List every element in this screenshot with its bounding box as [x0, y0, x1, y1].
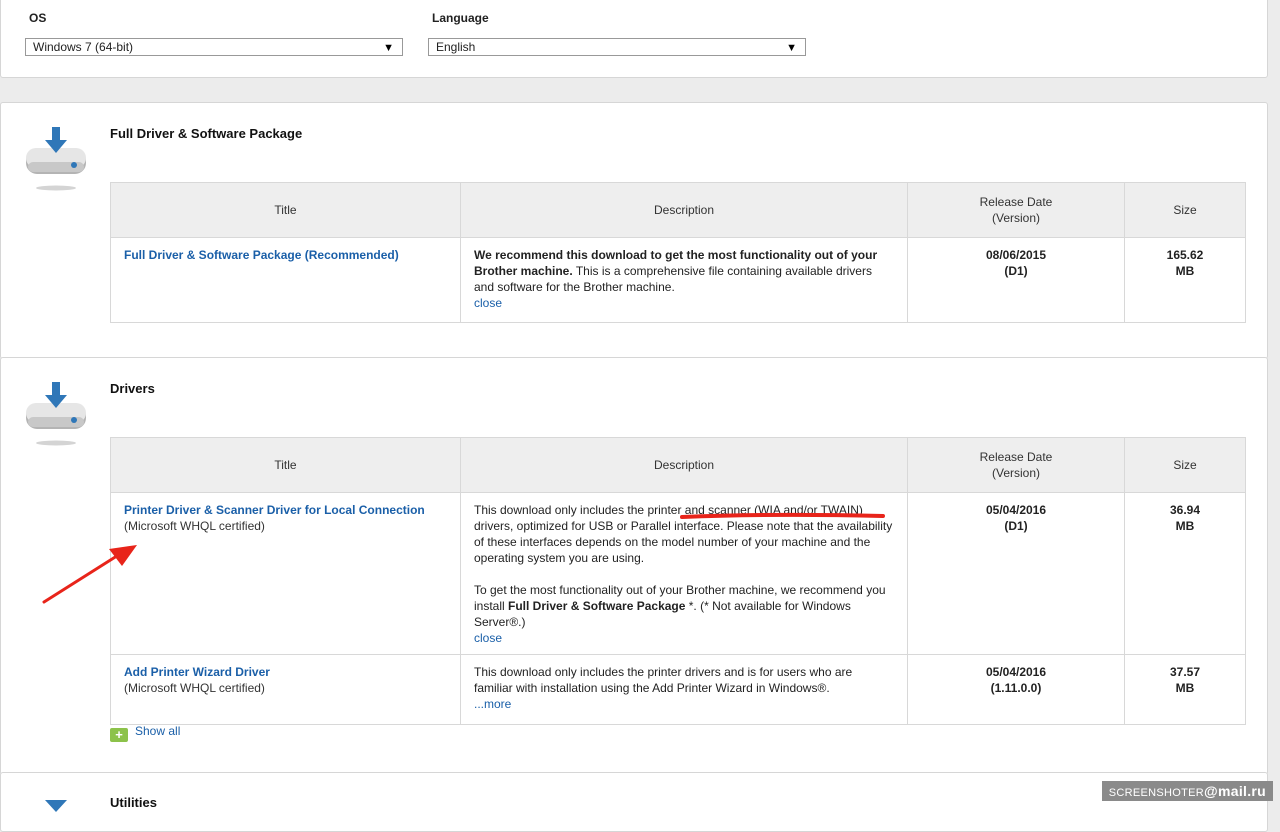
- language-label: Language: [432, 11, 489, 25]
- table-row: Printer Driver & Scanner Driver for Loca…: [110, 492, 1246, 655]
- printer-scanner-driver-link[interactable]: Printer Driver & Scanner Driver for Loca…: [124, 503, 425, 517]
- os-select-value: Windows 7 (64-bit): [33, 40, 134, 54]
- os-label: OS: [29, 11, 47, 25]
- column-header-description: Description: [460, 437, 908, 493]
- whql-note: (Microsoft WHQL certified): [124, 519, 265, 533]
- column-header-size: Size: [1124, 182, 1246, 238]
- drivers-table: Title Description Release Date (Version) …: [110, 437, 1246, 725]
- driver-description: This download only includes the printer …: [460, 654, 908, 725]
- download-drive-icon: [45, 800, 67, 812]
- table-row: Full Driver & Software Package (Recommen…: [110, 237, 1246, 323]
- table-header-row: Title Description Release Date (Version) …: [110, 182, 1246, 238]
- full-package-description: We recommend this download to get the mo…: [460, 237, 908, 323]
- screenshoter-watermark: SCREENSHOTER@mail.ru: [1101, 781, 1273, 801]
- close-link[interactable]: close: [474, 631, 502, 645]
- full-package-title-link[interactable]: Full Driver & Software Package (Recommen…: [124, 248, 399, 262]
- table-header-row: Title Description Release Date (Version) …: [110, 437, 1246, 493]
- table-row: Add Printer Wizard Driver (Microsoft WHQ…: [110, 654, 1246, 725]
- show-all-label: Show all: [135, 724, 181, 738]
- full-package-table: Title Description Release Date (Version) …: [110, 182, 1246, 323]
- file-size: 37.57 MB: [1124, 654, 1246, 725]
- column-header-title: Title: [110, 182, 461, 238]
- whql-note: (Microsoft WHQL certified): [124, 681, 265, 695]
- column-header-title: Title: [110, 437, 461, 493]
- language-select-value: English: [436, 40, 476, 54]
- file-size: 36.94 MB: [1124, 492, 1246, 655]
- column-header-release-date: Release Date (Version): [907, 182, 1125, 238]
- download-drive-icon: [26, 127, 86, 191]
- close-link[interactable]: close: [474, 296, 502, 310]
- language-select[interactable]: English ▼: [428, 38, 806, 56]
- utilities-panel: [0, 772, 1268, 832]
- column-header-description: Description: [460, 182, 908, 238]
- download-drive-icon: [26, 382, 86, 446]
- more-link[interactable]: ...more: [474, 697, 511, 711]
- drivers-heading: Drivers: [110, 381, 155, 396]
- plus-icon: +: [110, 728, 128, 742]
- full-package-heading: Full Driver & Software Package: [110, 126, 303, 141]
- filter-panel: OS Windows 7 (64-bit) ▼ Language English…: [0, 0, 1268, 78]
- file-size: 165.62 MB: [1124, 237, 1246, 323]
- show-all-button[interactable]: + Show all: [110, 724, 180, 742]
- dropdown-arrow-icon: ▼: [786, 42, 797, 54]
- driver-description: This download only includes the printer …: [460, 492, 908, 655]
- release-date: 08/06/2015 (D1): [907, 237, 1125, 323]
- release-date: 05/04/2016 (D1): [907, 492, 1125, 655]
- column-header-release-date: Release Date (Version): [907, 437, 1125, 493]
- dropdown-arrow-icon: ▼: [383, 42, 394, 54]
- column-header-size: Size: [1124, 437, 1246, 493]
- add-printer-wizard-link[interactable]: Add Printer Wizard Driver: [124, 665, 270, 679]
- utilities-heading: Utilities: [110, 795, 157, 810]
- os-select[interactable]: Windows 7 (64-bit) ▼: [25, 38, 403, 56]
- release-date: 05/04/2016 (1.11.0.0): [907, 654, 1125, 725]
